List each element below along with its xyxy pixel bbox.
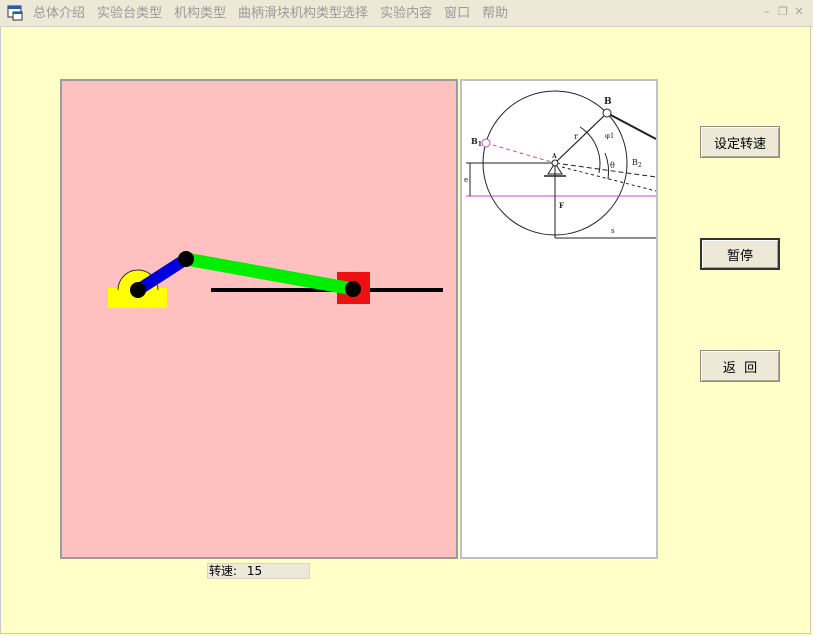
menu-bar: 总体介绍 实验台类型 机构类型 曲柄滑块机构类型选择 实验内容 窗口 帮助 – …: [0, 0, 813, 27]
connecting-rod: [184, 252, 355, 296]
phi-arc: [579, 126, 601, 174]
joint-c: [345, 281, 361, 297]
set-speed-button[interactable]: 设定转速: [700, 126, 780, 158]
speed-status: 转速: 15: [207, 563, 310, 579]
label-b2: B2: [632, 158, 642, 169]
joint-b: [178, 251, 194, 267]
minimize-icon[interactable]: –: [759, 5, 775, 19]
mechanism-animation-canvas: [60, 79, 458, 559]
label-b: B: [604, 97, 612, 107]
pause-button[interactable]: 暂停: [700, 238, 780, 270]
label-s: s: [611, 227, 615, 235]
speed-value: 15: [246, 564, 263, 578]
menu-item-window[interactable]: 窗口: [438, 4, 476, 23]
label-e: e: [464, 176, 468, 184]
label-f: F: [559, 201, 564, 210]
menu-item-help[interactable]: 帮助: [476, 4, 514, 23]
menu-item-crank-slider-select[interactable]: 曲柄滑块机构类型选择: [232, 4, 374, 23]
label-theta: θ: [610, 161, 615, 170]
diagram-joint-b: [602, 108, 612, 118]
back-button[interactable]: 返 回: [700, 350, 780, 382]
speed-label: 转速:: [209, 564, 238, 578]
close-icon[interactable]: ✕: [791, 5, 807, 19]
diagram-joint-a: [551, 159, 559, 167]
theta-arc: [604, 152, 610, 180]
menu-item-overview[interactable]: 总体介绍: [31, 4, 91, 23]
label-r: r: [574, 132, 578, 141]
label-a: A: [551, 153, 557, 160]
label-b1: B1: [471, 136, 482, 148]
app-icon: [7, 5, 23, 21]
joint-a: [130, 282, 146, 298]
diagram-joint-b1: [481, 138, 491, 148]
restore-icon[interactable]: ❐: [775, 5, 791, 19]
menu-item-mechanism-type[interactable]: 机构类型: [168, 4, 232, 23]
label-phi1: φ1: [605, 132, 614, 140]
dead-center-line: [485, 142, 556, 164]
menu-item-bench-type[interactable]: 实验台类型: [91, 4, 168, 23]
mechanism-diagram: B B1 A r φ1 θ B2 e F s: [460, 79, 658, 559]
menu-item-experiment-content[interactable]: 实验内容: [374, 4, 438, 23]
